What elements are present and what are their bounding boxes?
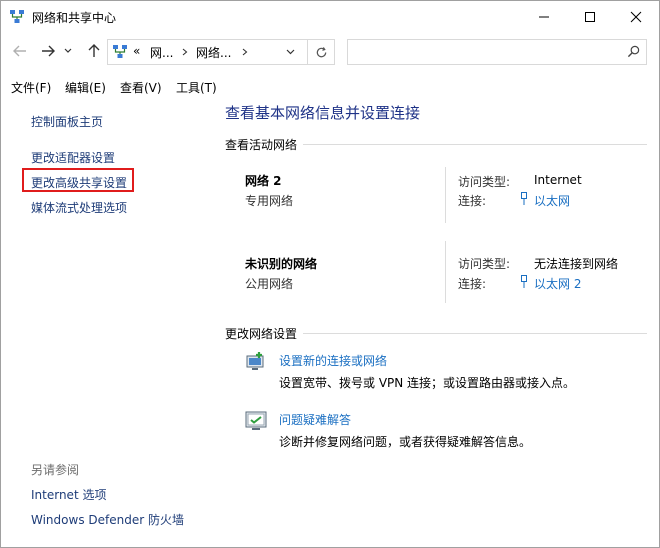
network-name: 网络 2 (245, 174, 282, 188)
breadcrumb-item[interactable]: 网... (150, 44, 173, 61)
chevron-right-icon (242, 48, 248, 56)
sidebar-item-media-streaming[interactable]: 媒体流式处理选项 (31, 199, 127, 216)
new-connection-icon (246, 352, 264, 370)
access-type-label: 访问类型: (458, 257, 511, 271)
menu-tools[interactable]: 工具(T) (176, 79, 217, 96)
menu-view[interactable]: 查看(V) (120, 79, 162, 96)
access-type-value: Internet (534, 173, 582, 187)
sidebar-item-control-panel-home[interactable]: 控制面板主页 (31, 113, 103, 130)
close-button[interactable] (613, 1, 659, 32)
left-panel: 控制面板主页 更改适配器设置 更改高级共享设置 媒体流式处理选项 另请参阅 In… (1, 97, 211, 547)
title-bar: 网络和共享中心 (1, 1, 659, 32)
section-divider (303, 144, 647, 145)
forward-arrow-icon (42, 45, 55, 57)
minimize-icon (539, 16, 549, 17)
ethernet-icon (521, 275, 527, 288)
window: 网络和共享中心 « 网... 网络... 文件(F) 编辑(E) 查看(V) 工… (0, 0, 660, 548)
see-also-firewall[interactable]: Windows Defender 防火墙 (31, 511, 184, 528)
chevron-down-icon[interactable] (286, 49, 295, 55)
vertical-divider (445, 167, 446, 223)
address-bar[interactable]: « 网... 网络... (107, 39, 335, 65)
access-type-label: 访问类型: (458, 175, 511, 189)
section-divider (303, 333, 647, 334)
network-profile-link[interactable]: 公用网络 (245, 275, 293, 292)
window-title: 网络和共享中心 (32, 11, 117, 25)
sidebar-item-advanced-sharing[interactable]: 更改高级共享设置 (31, 174, 127, 191)
connection-label: 连接: (458, 194, 487, 208)
refresh-button[interactable] (307, 40, 334, 64)
menu-bar: 文件(F) 编辑(E) 查看(V) 工具(T) (1, 73, 659, 97)
minimize-button[interactable] (521, 1, 567, 32)
menu-file[interactable]: 文件(F) (11, 79, 51, 96)
network-name: 未识别的网络 (245, 257, 318, 271)
connection-link[interactable]: 以太网 (534, 192, 570, 209)
refresh-icon (316, 46, 326, 57)
up-arrow-icon (88, 44, 100, 57)
close-icon (630, 11, 642, 22)
page-title: 查看基本网络信息并设置连接 (225, 104, 421, 122)
back-arrow-icon (13, 45, 26, 57)
active-networks-label: 查看活动网络 (225, 138, 298, 152)
menu-edit[interactable]: 编辑(E) (65, 79, 106, 96)
setup-connection-link[interactable]: 设置新的连接或网络 (279, 352, 387, 369)
troubleshoot-desc: 诊断并修复网络问题，或者获得疑难解答信息。 (279, 435, 532, 449)
recent-locations-button[interactable] (61, 40, 75, 62)
connection-link[interactable]: 以太网 2 (534, 275, 581, 292)
connection-label: 连接: (458, 277, 487, 291)
maximize-icon (585, 11, 595, 22)
search-icon (627, 45, 640, 58)
breadcrumb-overflow[interactable]: « (133, 44, 140, 58)
sidebar-item-change-adapter[interactable]: 更改适配器设置 (31, 149, 115, 166)
navigation-bar: « 网... 网络... (1, 32, 659, 72)
see-also-label: 另请参阅 (31, 463, 80, 477)
chevron-right-icon (182, 48, 188, 56)
setup-connection-desc: 设置宽带、拨号或 VPN 连接；或设置路由器或接入点。 (279, 376, 576, 390)
vertical-divider (445, 241, 446, 303)
troubleshoot-link[interactable]: 问题疑难解答 (279, 411, 351, 428)
network-center-icon (113, 45, 127, 58)
change-settings-label: 更改网络设置 (225, 327, 298, 341)
up-button[interactable] (83, 40, 105, 62)
maximize-button[interactable] (567, 1, 613, 32)
chevron-down-icon (64, 48, 72, 53)
access-type-value: 无法连接到网络 (534, 257, 619, 271)
troubleshoot-icon (245, 411, 267, 430)
network-center-icon (10, 10, 24, 23)
back-button[interactable] (9, 40, 31, 62)
forward-button[interactable] (37, 40, 59, 62)
network-profile-link[interactable]: 专用网络 (245, 192, 293, 209)
breadcrumb-item[interactable]: 网络... (196, 44, 231, 61)
search-input[interactable] (347, 39, 647, 65)
see-also-internet-options[interactable]: Internet 选项 (31, 486, 106, 503)
ethernet-icon (521, 192, 527, 205)
